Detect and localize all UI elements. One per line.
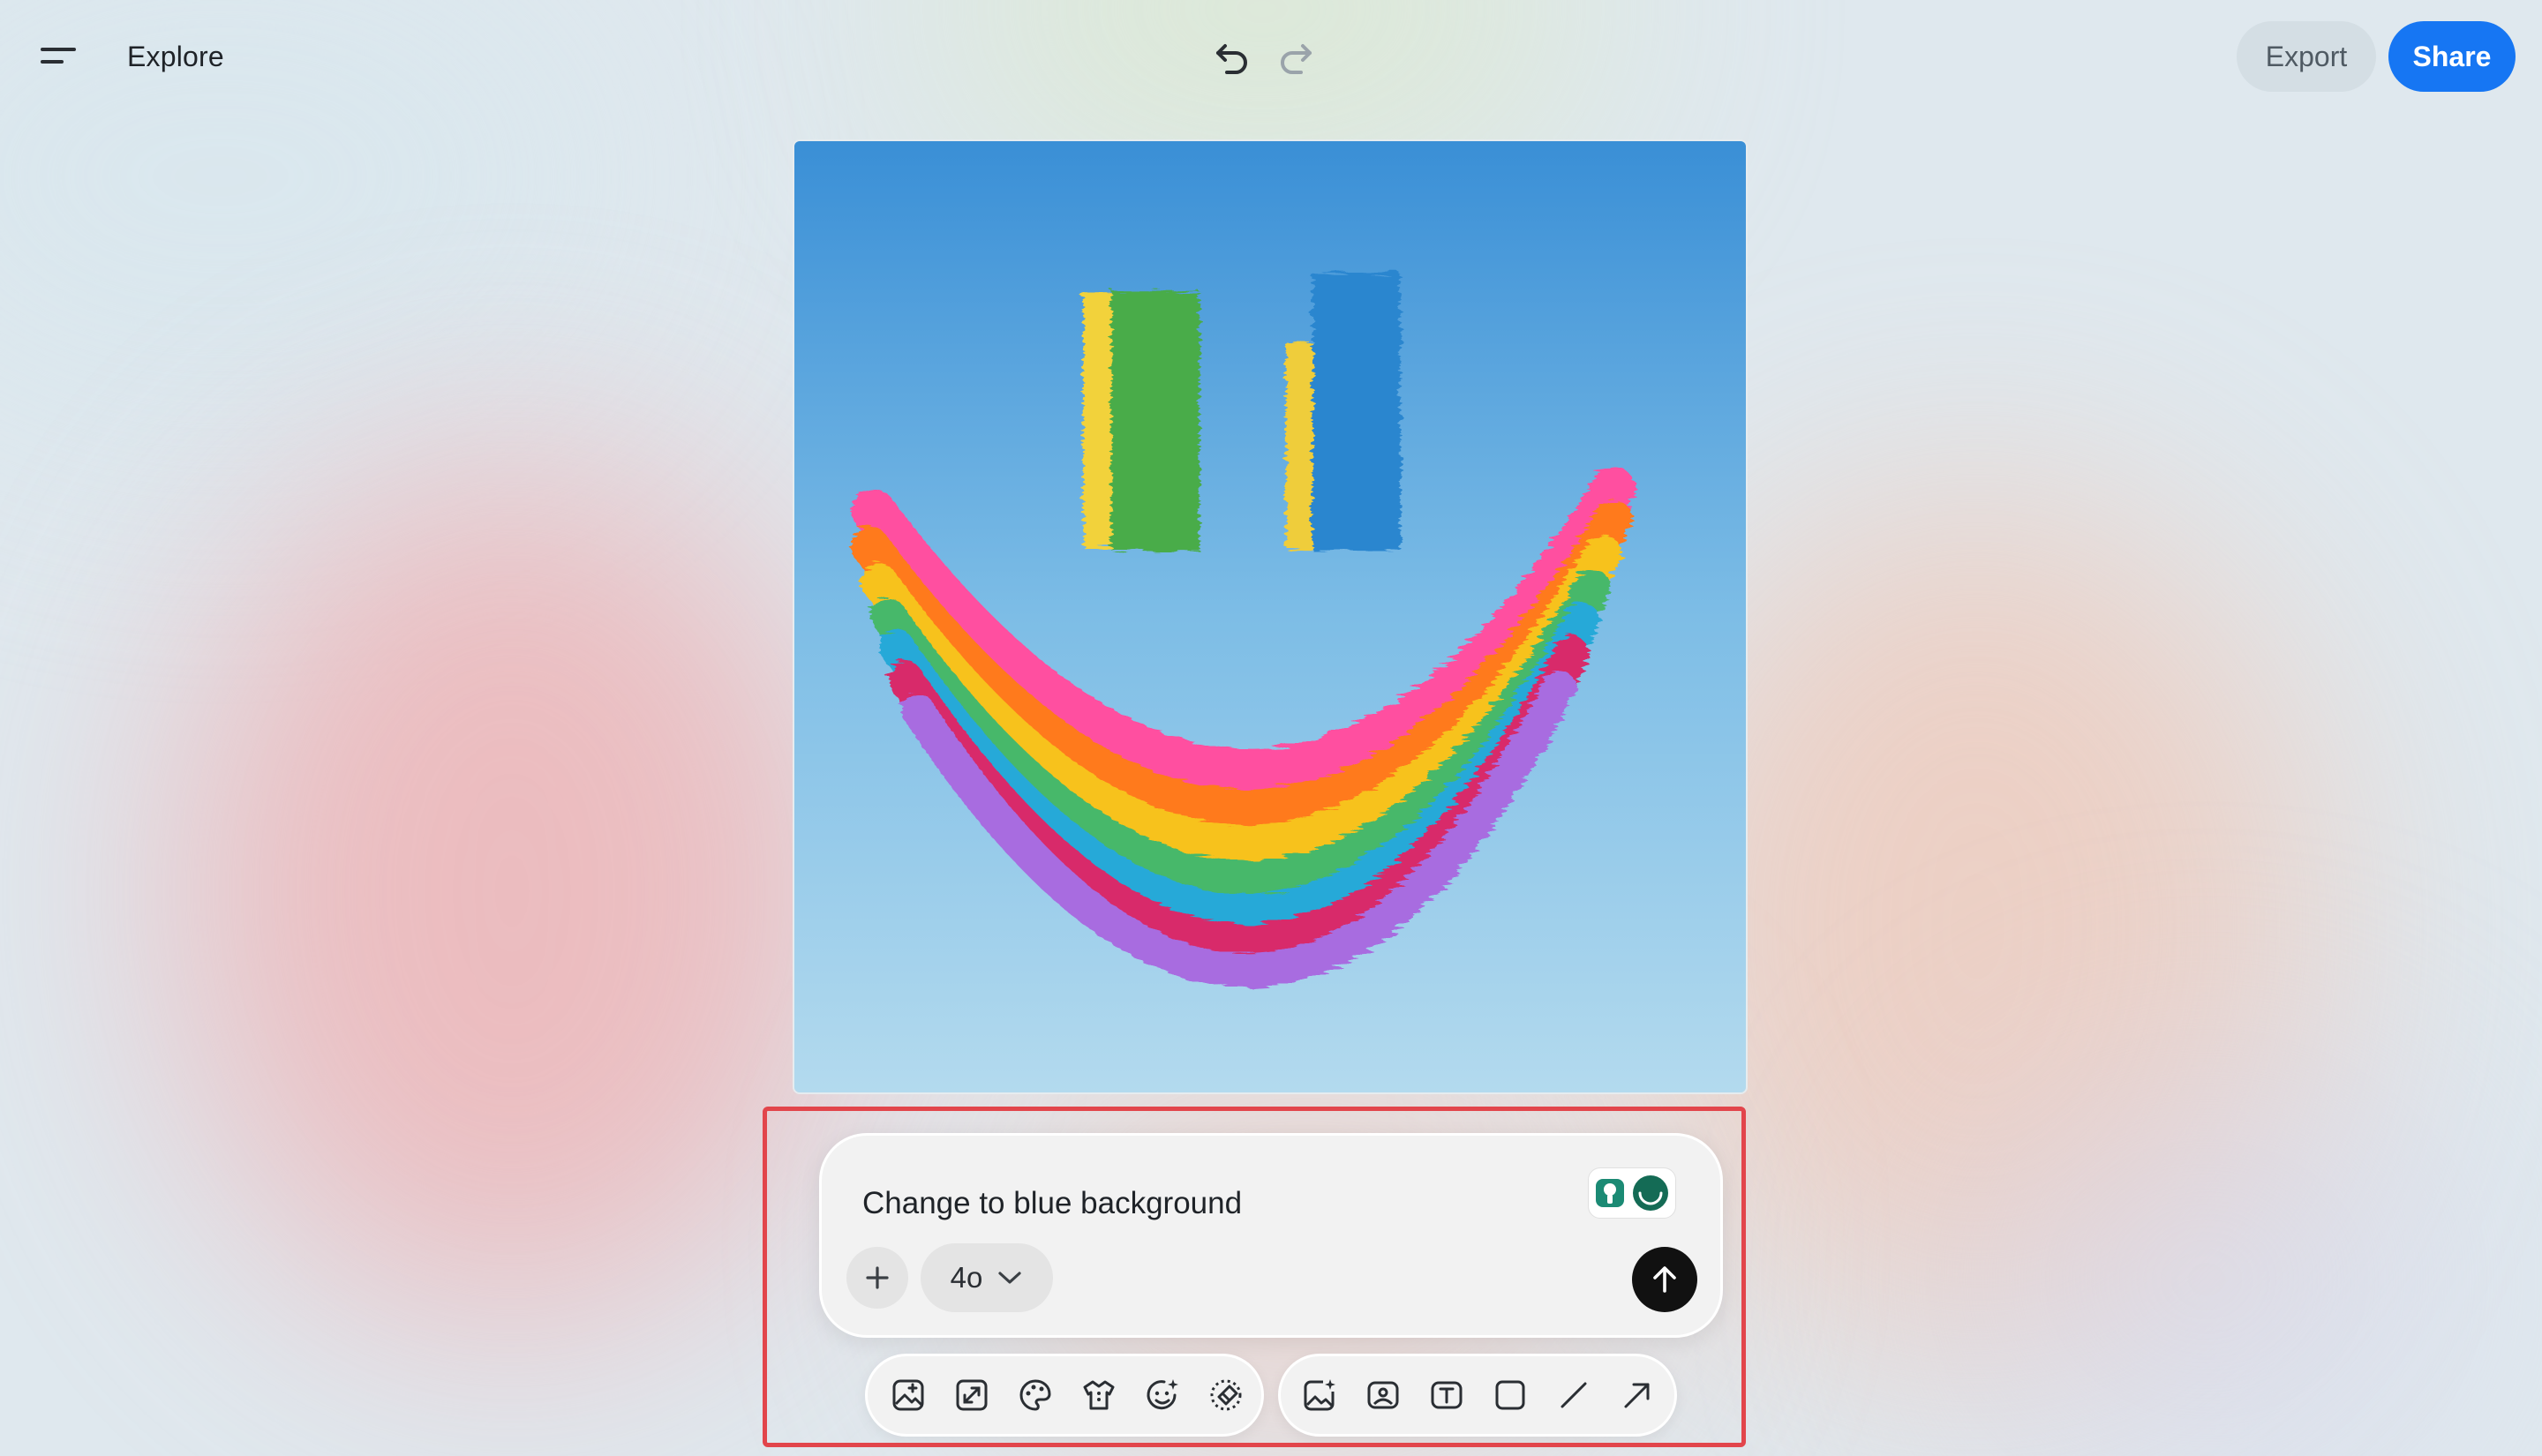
share-button[interactable]: Share [2388, 21, 2516, 92]
prompt-panel: 4o [819, 1133, 1723, 1338]
add-image-icon[interactable] [1298, 1374, 1341, 1416]
text-tool-icon[interactable] [1425, 1374, 1468, 1416]
face-retouch-icon[interactable] [1141, 1374, 1184, 1416]
assistant-avatars-icon[interactable] [1588, 1167, 1676, 1219]
undo-icon[interactable] [1211, 37, 1253, 79]
arrow-up-icon [1653, 1266, 1676, 1293]
tool-group-annotate [1278, 1354, 1677, 1437]
send-button[interactable] [1632, 1247, 1697, 1312]
rainbow-smiley-image[interactable] [793, 139, 1748, 1094]
chevron-down-icon [998, 1272, 1021, 1284]
prompt-input[interactable] [862, 1182, 1533, 1226]
model-label: 4o [950, 1261, 983, 1294]
export-button[interactable]: Export [2237, 21, 2376, 92]
palette-icon[interactable] [1014, 1374, 1057, 1416]
arrow-icon[interactable] [1616, 1374, 1658, 1416]
eraser-icon[interactable] [1205, 1374, 1247, 1416]
model-selector[interactable]: 4o [921, 1243, 1053, 1312]
redo-icon[interactable] [1275, 37, 1317, 79]
tool-group-image [865, 1354, 1264, 1437]
page-title: Explore [127, 41, 224, 72]
menu-icon[interactable] [39, 39, 81, 74]
plus-icon[interactable] [846, 1247, 908, 1309]
image-edit-icon[interactable] [1362, 1374, 1404, 1416]
outfit-icon[interactable] [1078, 1374, 1120, 1416]
image-enhance-icon[interactable] [887, 1374, 929, 1416]
top-bar: Explore Export Share [0, 0, 2542, 115]
expand-icon[interactable] [951, 1374, 993, 1416]
line-icon[interactable] [1553, 1374, 1595, 1416]
rectangle-icon[interactable] [1489, 1374, 1531, 1416]
